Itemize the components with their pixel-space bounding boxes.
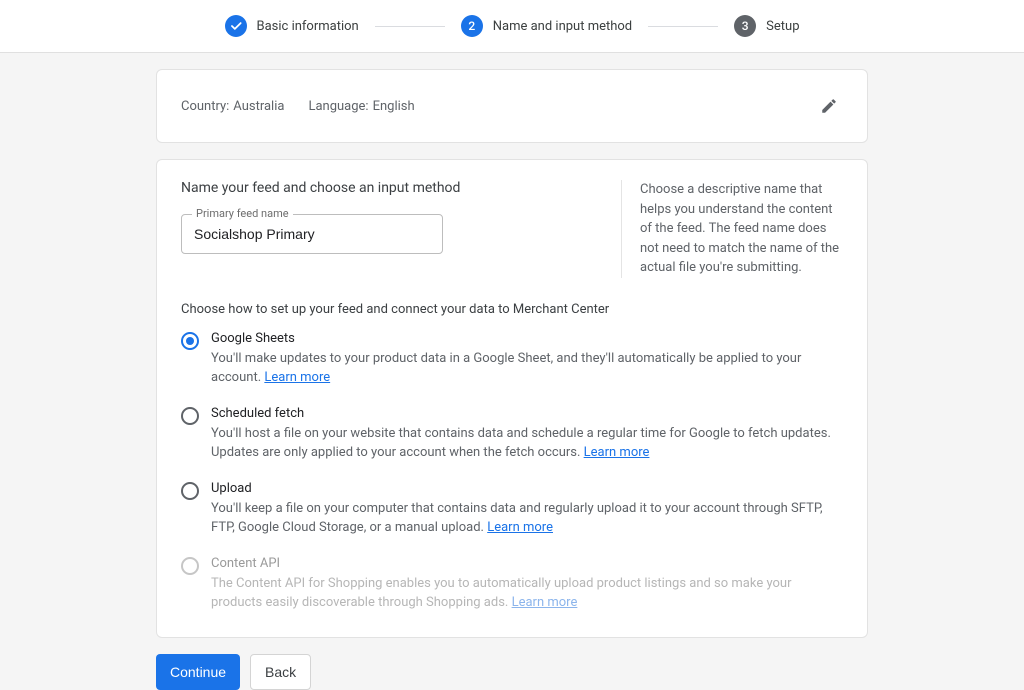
country-label: Country: <box>181 99 229 114</box>
option-title: Content API <box>211 556 843 571</box>
step-connector <box>648 26 718 27</box>
country-value: Australia <box>233 99 284 114</box>
feed-name-input[interactable] <box>194 226 430 242</box>
language-label: Language: <box>308 99 368 114</box>
continue-button[interactable]: Continue <box>156 654 240 690</box>
section-title: Name your feed and choose an input metho… <box>181 180 593 196</box>
radio-upload[interactable] <box>181 482 199 500</box>
learn-more-link[interactable]: Learn more <box>264 370 330 385</box>
option-desc: The Content API for Shopping enables you… <box>211 574 843 613</box>
pencil-icon <box>820 97 838 115</box>
option-scheduled-fetch[interactable]: Scheduled fetch You'll host a file on yo… <box>181 406 843 463</box>
choose-method-label: Choose how to set up your feed and conne… <box>181 302 843 317</box>
help-panel: Choose a descriptive name that helps you… <box>621 180 843 278</box>
step-setup[interactable]: 3 Setup <box>734 15 799 37</box>
language-value: English <box>373 99 415 114</box>
step-label: Setup <box>766 19 799 34</box>
option-title: Google Sheets <box>211 331 843 346</box>
learn-more-link[interactable]: Learn more <box>487 520 553 535</box>
option-title: Scheduled fetch <box>211 406 843 421</box>
option-upload[interactable]: Upload You'll keep a file on your comput… <box>181 481 843 538</box>
check-icon <box>225 15 247 37</box>
main-card: Name your feed and choose an input metho… <box>156 159 868 638</box>
step-label: Name and input method <box>493 19 632 34</box>
feed-name-field[interactable]: Primary feed name <box>181 214 443 254</box>
step-label: Basic information <box>257 19 359 34</box>
radio-content-api <box>181 557 199 575</box>
step-name-input[interactable]: 2 Name and input method <box>461 15 632 37</box>
step-number-icon: 2 <box>461 15 483 37</box>
option-desc: You'll keep a file on your computer that… <box>211 499 843 538</box>
option-google-sheets[interactable]: Google Sheets You'll make updates to you… <box>181 331 843 388</box>
button-row: Continue Back <box>156 654 868 690</box>
feed-name-float-label: Primary feed name <box>192 207 293 220</box>
option-content-api: Content API The Content API for Shopping… <box>181 556 843 613</box>
option-desc: You'll make updates to your product data… <box>211 349 843 388</box>
learn-more-link[interactable]: Learn more <box>512 595 578 610</box>
option-title: Upload <box>211 481 843 496</box>
step-connector <box>375 26 445 27</box>
learn-more-link[interactable]: Learn more <box>584 445 650 460</box>
radio-google-sheets[interactable] <box>181 332 199 350</box>
step-number-icon: 3 <box>734 15 756 37</box>
back-button[interactable]: Back <box>250 654 311 690</box>
radio-scheduled-fetch[interactable] <box>181 407 199 425</box>
step-basic-info[interactable]: Basic information <box>225 15 359 37</box>
edit-button[interactable] <box>815 92 843 120</box>
stepper: Basic information 2 Name and input metho… <box>0 0 1024 53</box>
option-desc: You'll host a file on your website that … <box>211 424 843 463</box>
summary-card: Country: Australia Language: English <box>156 69 868 143</box>
